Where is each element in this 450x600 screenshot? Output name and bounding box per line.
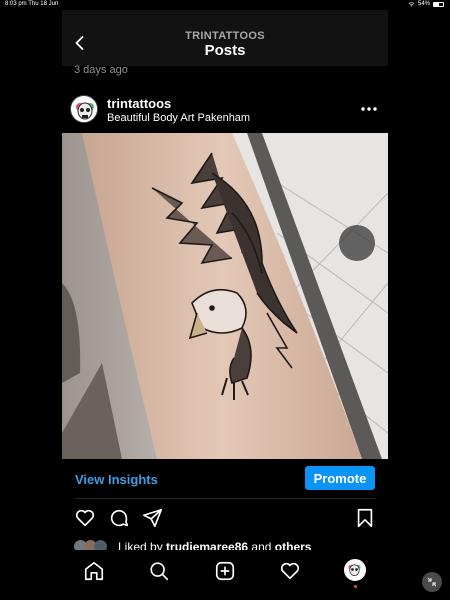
heart-icon[interactable] <box>74 507 96 529</box>
share-icon[interactable] <box>142 507 164 529</box>
post-header: trintattoos Beautiful Body Art Pakenham <box>62 95 388 129</box>
compat-zoom-button[interactable] <box>422 572 442 592</box>
status-right: 54% <box>408 1 444 7</box>
status-time-date: 8:03 pm Thu 18 Jun <box>5 1 59 7</box>
home-icon[interactable] <box>83 560 105 582</box>
post-username[interactable]: trintattoos <box>107 96 171 111</box>
wifi-icon <box>408 1 415 7</box>
bottom-nav <box>62 550 388 590</box>
previous-post-timestamp: 3 days ago <box>74 64 128 76</box>
insights-row: View Insights Promote <box>62 466 388 492</box>
divider <box>75 498 375 499</box>
skull-logo-icon <box>72 97 97 122</box>
page-title: Posts <box>204 42 246 59</box>
avatar[interactable] <box>70 95 98 123</box>
promote-button[interactable]: Promote <box>305 466 375 490</box>
battery-icon <box>433 1 444 7</box>
post-location[interactable]: Beautiful Body Art Pakenham <box>107 112 250 124</box>
account-name: TRINTATTOOS <box>185 30 265 42</box>
collapse-arrows-icon <box>427 577 437 587</box>
post-image[interactable] <box>62 133 388 459</box>
view-insights-link[interactable]: View Insights <box>75 472 158 487</box>
notification-dot <box>354 585 357 588</box>
more-options-icon[interactable] <box>360 103 378 115</box>
status-bar: 8:03 pm Thu 18 Jun 54% <box>0 0 450 10</box>
instagram-app: TRINTATTOOS Posts 3 days ago trintattoos… <box>62 10 388 590</box>
bookmark-icon[interactable] <box>354 507 376 529</box>
profile-avatar[interactable] <box>344 559 366 581</box>
search-icon[interactable] <box>148 560 170 582</box>
activity-heart-icon[interactable] <box>279 560 301 582</box>
skull-logo-icon <box>345 560 364 579</box>
new-post-icon[interactable] <box>214 560 236 582</box>
eagle-tattoo-photo <box>62 133 388 459</box>
post-actions <box>62 507 388 531</box>
posts-header: TRINTATTOOS Posts <box>62 10 388 66</box>
battery-percent: 54% <box>417 1 430 7</box>
comment-icon[interactable] <box>108 507 130 529</box>
